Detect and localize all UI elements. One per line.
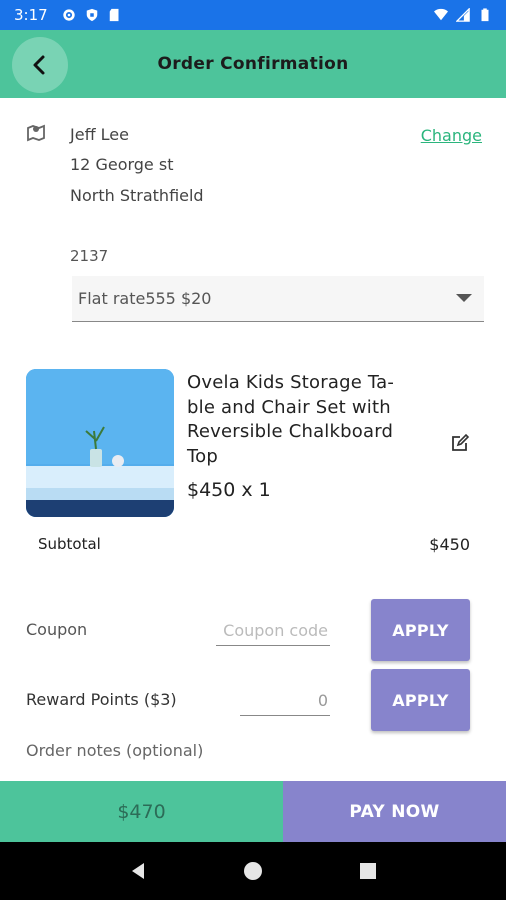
order-notes-field[interactable]: Order notes (optional)	[26, 741, 203, 760]
back-arrow-icon	[33, 55, 45, 75]
coupon-input[interactable]: Coupon code	[216, 618, 330, 646]
product-name-line: Top	[187, 445, 218, 467]
edit-icon[interactable]	[450, 433, 470, 453]
wifi-icon	[434, 8, 448, 21]
pay-now-button[interactable]: PAY NOW	[283, 781, 506, 842]
settings-icon	[63, 9, 75, 21]
signal-icon	[456, 8, 470, 22]
address-name: Jeff Lee	[70, 125, 129, 144]
sd-card-icon	[109, 8, 119, 22]
apply-reward-button[interactable]: APPLY	[371, 669, 470, 731]
map-marker-icon	[27, 124, 45, 142]
address-street: 12 George st	[70, 155, 174, 174]
back-button[interactable]	[12, 37, 68, 93]
reward-points-input[interactable]: 0	[240, 688, 330, 716]
app-bar: Order Confirmation	[0, 30, 506, 98]
subtotal-label: Subtotal	[38, 535, 101, 553]
product-price-qty: $450 x 1	[187, 479, 271, 501]
product-name-line: ble and Chair Set with	[187, 396, 391, 418]
nav-back-button[interactable]	[124, 857, 152, 885]
shipping-selected-value: Flat rate555 $20	[78, 289, 212, 308]
system-nav-bar	[0, 842, 506, 900]
subtotal-value: $450	[429, 535, 470, 554]
change-address-link[interactable]: Change	[421, 126, 482, 145]
dropdown-arrow-icon	[456, 294, 472, 302]
product-name: Ovela Kids Storage Ta- ble and Chair Set…	[187, 371, 427, 469]
nav-back-icon	[131, 863, 144, 879]
address-postcode: 2137	[70, 247, 109, 265]
order-total: $470	[0, 781, 283, 842]
product-name-line: Reversible Chalkboard	[187, 421, 394, 442]
nav-recents-icon	[360, 863, 377, 879]
shield-icon	[86, 8, 97, 22]
status-bar: 3:17	[0, 0, 506, 30]
product-photo	[26, 369, 174, 517]
nav-recents-button[interactable]	[354, 857, 382, 885]
apply-coupon-button[interactable]: APPLY	[371, 599, 470, 661]
page-title: Order Confirmation	[157, 54, 349, 74]
battery-icon	[481, 8, 489, 22]
product-name-line: Ovela Kids Storage Ta-	[187, 372, 395, 393]
coupon-label: Coupon	[26, 620, 88, 639]
shipping-method-select[interactable]: Flat rate555 $20	[72, 276, 484, 322]
address-suburb: North Strathfield	[70, 186, 204, 205]
status-time: 3:17	[14, 6, 48, 24]
reward-points-label: Reward Points ($3)	[26, 690, 177, 709]
nav-home-button[interactable]	[239, 857, 267, 885]
product-image	[26, 369, 174, 517]
nav-home-icon	[243, 862, 262, 880]
